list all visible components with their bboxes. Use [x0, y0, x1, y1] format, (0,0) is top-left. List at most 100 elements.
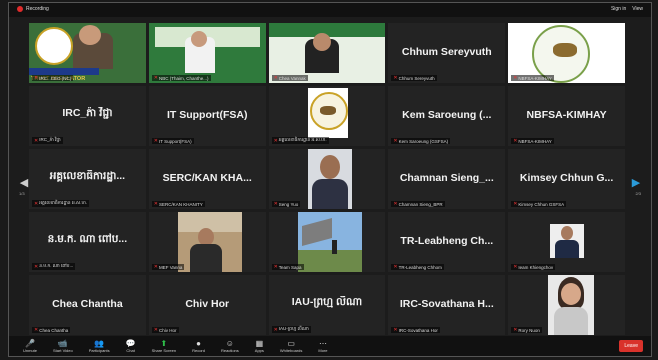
participant-caption: ✕ NBFSA-KIMHAY: [511, 75, 554, 81]
muted-mic-icon: ✕: [273, 137, 278, 144]
video-button[interactable]: 📹 Start Video: [53, 338, 73, 353]
muted-mic-icon: ✕: [273, 326, 278, 333]
participant-tile[interactable]: IRC-Sovathana H... ✕ IRC-Sovathana Hor: [388, 275, 506, 335]
participant-tile[interactable]: IAU-ព្រហ្ម លីណា ✕ IAU-ព្រហ្ម លីណា: [268, 275, 386, 335]
mic-button[interactable]: 🎤 Unmute: [23, 338, 38, 353]
toolbar-label: Participants: [88, 347, 110, 353]
participant-caption: ✕ Kem Saroeung (GSFSA): [391, 138, 451, 144]
participant-caption: ✕ NBC (Thaim, Chanthe...): [151, 75, 211, 81]
participant-grid: TRUST REGULATOR ✕IRC...CEO (NC) ✕NBC (Th…: [29, 23, 625, 335]
participant-tile[interactable]: ✕ MEF Vanna: [148, 212, 266, 272]
toolbar-label: Share Screen: [151, 347, 177, 353]
participant-tile[interactable]: Kimsey Chhun G... ✕ Kimsey Chhun GSFSA: [508, 149, 625, 209]
participant-tile[interactable]: IT Support(FSA) ✕ IT Support(FSA): [148, 86, 266, 146]
toolbar-label: Record: [192, 347, 205, 353]
participant-tile[interactable]: Chamnan Sieng_... ✕ Chamnan Sieng_BPR: [388, 149, 506, 209]
participant-tile[interactable]: NBFSA-KIMHAY ✕ NBFSA-KIMHAY: [508, 86, 625, 146]
apps-icon: ▦: [255, 338, 264, 348]
share-icon: ⬆: [160, 338, 168, 348]
caption-text: Kimsey Chhun GSFSA: [518, 201, 565, 207]
sign-in-link[interactable]: Sign in: [611, 6, 626, 12]
participant-name: SERC/KAN KHA...: [162, 171, 252, 184]
leave-button[interactable]: Leave: [619, 340, 643, 352]
participant-caption: ✕ Chea Vannak: [271, 75, 308, 81]
participant-caption: ✕ អគ្គលេខាធិការដ្ឋាន អ.ស.ហ.: [32, 200, 90, 207]
video-feed: [268, 23, 386, 83]
participant-tile[interactable]: ✕ Team Sapa: [268, 212, 386, 272]
mic-icon: 🎤: [25, 338, 35, 348]
caption-text: SERC/KAN KHANITY: [159, 201, 203, 207]
record-button[interactable]: ● Record: [192, 338, 205, 353]
muted-mic-icon: ✕: [273, 75, 278, 81]
participant-tile[interactable]: ✕ Chea Vannak: [268, 23, 386, 83]
participant-tile[interactable]: IRC_ភ៉ា វិជ្ជា ✕ IRC_ភ៉ា វិជ្ជា: [29, 86, 146, 146]
apps-button[interactable]: ▦ Apps: [254, 338, 264, 353]
participant-tile[interactable]: Chiv Hor ✕ Chiv Hor: [148, 275, 266, 335]
video-icon: 📹: [57, 338, 68, 348]
caption-text: អគ្គលេខាធិការដ្ឋាន អ.ស.ហ.: [39, 200, 88, 205]
participant-caption: ✕ NBFSA-KIMHAY: [511, 138, 554, 144]
participant-tile[interactable]: Chhum Sereyvuth ✕ Chhum Sereyvuth: [388, 23, 506, 83]
participant-tile[interactable]: ✕ Ieam Khiengchov: [508, 212, 625, 272]
participant-tile[interactable]: SERC/KAN KHA... ✕ SERC/KAN KHANITY: [148, 149, 266, 209]
muted-mic-icon: ✕: [393, 327, 398, 333]
participant-name: IRC_ភ៉ា វិជ្ជា: [62, 107, 113, 119]
caption-text: Rory Nuon: [518, 327, 540, 333]
participant-caption: ✕ IRC_ភ៉ា វិជ្ជា: [32, 137, 63, 144]
participant-caption: ✕ Chea Chantha: [32, 327, 71, 333]
participant-caption: ✕ Seng Yuo: [271, 201, 301, 207]
participant-tile[interactable]: TRUST REGULATOR ✕IRC...CEO (NC): [29, 23, 146, 83]
whiteboard-button[interactable]: ▭ Whiteboards: [279, 339, 303, 353]
participant-tile[interactable]: TR-Leabheng Ch... ✕ TR-Leabheng Chhom: [388, 212, 506, 272]
participant-caption: ✕ Chhum Sereyvuth: [391, 75, 437, 81]
participant-name: អគ្គលេខាធិការដ្ឋា...: [49, 170, 126, 182]
participant-tile[interactable]: ✕ NBFSA-KIMHAY: [508, 23, 625, 83]
participants-button[interactable]: 👥 Participants: [88, 339, 110, 353]
caption-text: Chea Vannak: [278, 75, 306, 81]
participant-tile[interactable]: អគ្គលេខាធិការដ្ឋា... ✕ អគ្គលេខាធិការដ្ឋាន …: [29, 149, 146, 209]
toolbar-label: Apps: [254, 347, 264, 353]
participant-name: IT Support(FSA): [166, 108, 248, 121]
muted-mic-icon: ✕: [513, 138, 518, 144]
recording-indicator[interactable]: Recording: [17, 6, 49, 12]
caption-text: អគ្គលេខាធិការដ្ឋាន អ.ស.ហ.: [278, 137, 327, 142]
chat-button[interactable]: 💬 Chat: [125, 338, 136, 353]
participant-caption: ✕ TR-Leabheng Chhom: [391, 264, 444, 270]
participant-tile[interactable]: ✕ Rory Nuon: [508, 275, 625, 335]
muted-mic-icon: ✕: [34, 200, 39, 207]
participant-name: ន.ម.ក. ណា ពៅប...: [47, 233, 128, 245]
toolbar-label: Chat: [126, 347, 135, 353]
muted-mic-icon: ✕: [273, 264, 278, 270]
participant-caption: ✕ Team Sapa: [271, 264, 304, 270]
participant-tile[interactable]: ✕ NBC (Thaim, Chanthe...): [148, 23, 266, 83]
caption-text: Chamnan Sieng_BPR: [398, 201, 443, 207]
record-dot-icon: [17, 6, 23, 12]
reactions-button[interactable]: ☺ Reactions: [221, 339, 239, 353]
participant-tile[interactable]: ✕ Seng Yuo: [268, 149, 386, 209]
participant-tile[interactable]: ✕ អគ្គលេខាធិការដ្ឋាន អ.ស.ហ.: [268, 86, 386, 146]
view-button[interactable]: View: [632, 6, 643, 12]
next-page-arrow-icon[interactable]: ▶: [631, 175, 641, 189]
prev-page-arrow-icon[interactable]: ◀: [19, 175, 29, 189]
record-icon: ●: [196, 338, 201, 348]
toolbar-label: More: [318, 347, 328, 353]
next-page-number: 2/3: [635, 191, 641, 196]
more-icon: ⋯: [318, 338, 327, 348]
share-button[interactable]: ⬆ Share Screen: [151, 338, 177, 353]
toolbar-label: Whiteboards: [279, 347, 303, 353]
participant-caption: ✕ អគ្គលេខាធិការដ្ឋាន អ.ស.ហ.: [271, 137, 329, 144]
participant-tile[interactable]: Chea Chantha ✕ Chea Chantha: [29, 275, 146, 335]
participant-caption: ✕ IRC...CEO (NC): [32, 75, 74, 81]
participant-photo: [550, 224, 585, 258]
chat-icon: 💬: [125, 338, 136, 348]
more-button[interactable]: ⋯ More: [318, 338, 328, 353]
muted-mic-icon: ✕: [393, 201, 398, 207]
caption-text: Chea Chantha: [39, 327, 69, 333]
participant-photo: [308, 149, 353, 209]
toolbar-label: Unmute: [23, 347, 38, 353]
video-feed: [297, 212, 363, 272]
participant-caption: ✕ SERC/KAN KHANITY: [151, 201, 205, 207]
muted-mic-icon: ✕: [153, 327, 158, 333]
participant-tile[interactable]: Kem Saroeung (... ✕ Kem Saroeung (GSFSA): [388, 86, 506, 146]
participant-tile[interactable]: ន.ម.ក. ណា ពៅប... ✕ ន.ម.ក. ណា ពៅប...: [29, 212, 146, 272]
